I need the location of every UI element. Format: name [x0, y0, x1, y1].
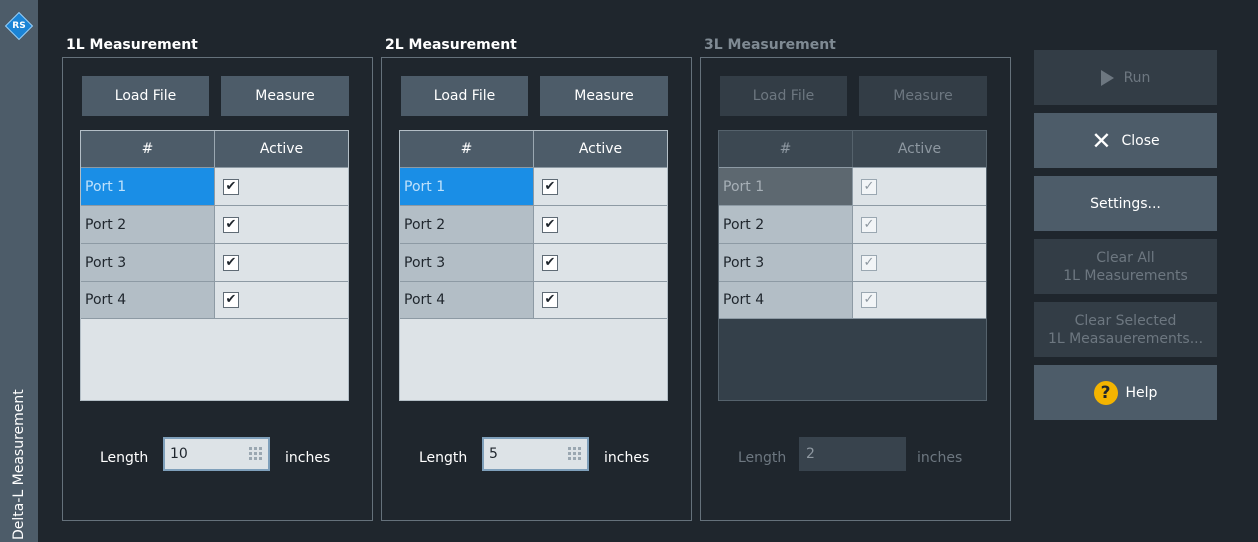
group-title-3l: 3L Measurement [704, 37, 836, 53]
close-label: Close [1121, 132, 1160, 149]
table-row[interactable]: Port 4 ✔ [81, 281, 348, 319]
length-label: Length [419, 450, 468, 466]
help-label: Help [1125, 384, 1158, 401]
run-button[interactable]: Run [1034, 50, 1217, 105]
port-cell[interactable]: Port 4 [400, 282, 534, 318]
play-icon [1100, 69, 1114, 86]
keypad-icon[interactable] [249, 447, 262, 460]
clear-all-button[interactable]: Clear All 1L Measurements [1034, 239, 1217, 294]
port-cell[interactable]: Port 1 [400, 168, 534, 205]
measure-button-2l[interactable]: Measure [540, 76, 668, 116]
active-checkbox[interactable]: ✔ [223, 216, 239, 233]
group-1l-measurement: Load File Measure # Active Port 1 ✔ Port… [62, 57, 373, 521]
sidebar-title: Delta-L Measurement [11, 389, 27, 540]
length-input-1l[interactable]: 10 [163, 437, 270, 471]
length-value: 10 [170, 446, 188, 462]
load-file-button-2l[interactable]: Load File [401, 76, 528, 116]
group-title-1l: 1L Measurement [66, 37, 198, 53]
group-3l-measurement: Load File Measure # Active Port 1 ✓ Port… [700, 57, 1011, 521]
measure-button-1l[interactable]: Measure [221, 76, 349, 116]
column-header-port[interactable]: # [400, 131, 534, 167]
table-row[interactable]: Port 3 ✔ [400, 243, 667, 281]
load-file-button-3l[interactable]: Load File [720, 76, 847, 116]
column-header-active[interactable]: Active [215, 131, 348, 167]
table-row[interactable]: Port 2 ✔ [400, 205, 667, 243]
clear-selected-button[interactable]: Clear Selected 1L Measauerements... [1034, 302, 1217, 357]
close-button[interactable]: ✕ Close [1034, 113, 1217, 168]
table-row[interactable]: Port 4 ✔ [400, 281, 667, 319]
active-checkbox[interactable]: ✔ [542, 216, 558, 233]
active-checkbox[interactable]: ✔ [223, 178, 239, 195]
length-value: 5 [489, 446, 498, 462]
column-header-active[interactable]: Active [534, 131, 667, 167]
active-checkbox[interactable]: ✓ [861, 292, 877, 308]
close-icon: ✕ [1091, 126, 1112, 155]
port-cell[interactable]: Port 2 [400, 206, 534, 243]
keypad-icon[interactable] [568, 447, 581, 460]
table-row[interactable]: Port 3 ✔ [81, 243, 348, 281]
help-button[interactable]: ? Help [1034, 365, 1217, 420]
clear-selected-label-line2: 1L Measauerements... [1047, 330, 1204, 347]
length-label: Length [738, 450, 787, 466]
table-row[interactable]: Port 4 ✓ [719, 281, 986, 319]
unit-label: inches [604, 450, 650, 466]
unit-label: inches [917, 450, 963, 466]
port-cell[interactable]: Port 3 [400, 244, 534, 281]
clear-all-label-line2: 1L Measurements [1063, 267, 1188, 284]
length-value: 2 [806, 446, 815, 462]
help-icon: ? [1093, 380, 1118, 405]
table-row[interactable]: Port 1 ✔ [400, 167, 667, 205]
port-cell[interactable]: Port 1 [719, 168, 853, 205]
settings-button[interactable]: Settings... [1034, 176, 1217, 231]
column-header-port[interactable]: # [81, 131, 215, 167]
table-row[interactable]: Port 2 ✓ [719, 205, 986, 243]
active-checkbox[interactable]: ✔ [542, 178, 558, 195]
group-2l-measurement: Load File Measure # Active Port 1 ✔ Port… [381, 57, 692, 521]
active-checkbox[interactable]: ✓ [861, 254, 877, 271]
port-cell[interactable]: Port 2 [719, 206, 853, 243]
run-label: Run [1123, 69, 1151, 86]
active-checkbox[interactable]: ✔ [542, 254, 558, 271]
active-checkbox[interactable]: ✔ [542, 292, 558, 308]
port-cell[interactable]: Port 4 [719, 282, 853, 318]
sidebar: RS Delta-L Measurement [0, 0, 38, 542]
length-input-3l[interactable]: 2 [799, 437, 906, 471]
table-row[interactable]: Port 3 ✓ [719, 243, 986, 281]
table-row[interactable]: Port 2 ✔ [81, 205, 348, 243]
unit-label: inches [285, 450, 331, 466]
active-checkbox[interactable]: ✓ [861, 216, 877, 233]
port-table-2l: # Active Port 1 ✔ Port 2 ✔ Port 3 ✔ Port… [399, 130, 668, 401]
measure-button-3l[interactable]: Measure [859, 76, 987, 116]
port-table-3l: # Active Port 1 ✓ Port 2 ✓ Port 3 ✓ Port… [718, 130, 987, 401]
clear-all-label-line1: Clear All [1096, 249, 1155, 266]
port-cell[interactable]: Port 1 [81, 168, 215, 205]
length-input-2l[interactable]: 5 [482, 437, 589, 471]
port-cell[interactable]: Port 3 [719, 244, 853, 281]
active-checkbox[interactable]: ✔ [223, 254, 239, 271]
length-label: Length [100, 450, 149, 466]
column-header-port[interactable]: # [719, 131, 853, 167]
port-cell[interactable]: Port 3 [81, 244, 215, 281]
table-row[interactable]: Port 1 ✓ [719, 167, 986, 205]
port-cell[interactable]: Port 2 [81, 206, 215, 243]
column-header-active[interactable]: Active [853, 131, 986, 167]
clear-selected-label-line1: Clear Selected [1074, 312, 1177, 329]
logo-text: RS [12, 21, 26, 31]
group-title-2l: 2L Measurement [385, 37, 517, 53]
active-checkbox[interactable]: ✓ [861, 178, 877, 195]
active-checkbox[interactable]: ✔ [223, 292, 239, 308]
port-cell[interactable]: Port 4 [81, 282, 215, 318]
port-table-1l: # Active Port 1 ✔ Port 2 ✔ Port 3 ✔ Port… [80, 130, 349, 401]
table-row[interactable]: Port 1 ✔ [81, 167, 348, 205]
load-file-button-1l[interactable]: Load File [82, 76, 209, 116]
